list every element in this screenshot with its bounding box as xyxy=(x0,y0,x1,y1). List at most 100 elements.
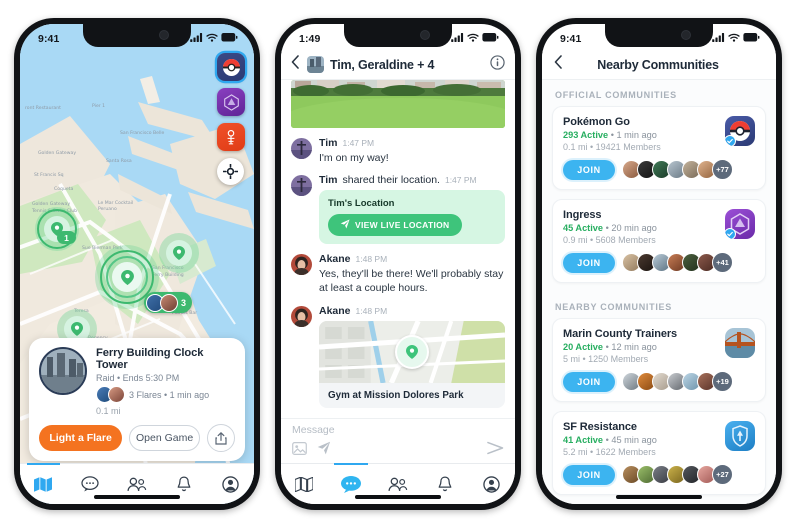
shield-icon xyxy=(725,421,755,451)
front-camera-icon xyxy=(681,30,691,40)
wizards-unite-game-button[interactable] xyxy=(217,123,245,151)
community-active-count: 45 Active xyxy=(563,223,604,233)
svg-text:Peruano: Peruano xyxy=(98,206,117,212)
member-overflow-count: +19 xyxy=(712,371,733,392)
community-meta: 5.2 mi • 1622 Members xyxy=(563,447,656,457)
member-avatars: +27 xyxy=(622,464,733,485)
battery-icon xyxy=(743,32,760,45)
map-preview-card[interactable]: Gym at Mission Dolores Park xyxy=(319,320,505,408)
group-avatar xyxy=(307,56,324,73)
section-label-official: OFFICIAL COMMUNITIES xyxy=(555,90,677,100)
community-card[interactable]: Marin County Trainers 20 Active • 12 min… xyxy=(552,318,766,402)
wifi-icon xyxy=(206,33,218,45)
message-sender: Akane xyxy=(319,253,351,266)
svg-text:Golden Gateway: Golden Gateway xyxy=(38,150,76,156)
community-card[interactable]: SF Resistance 41 Active • 45 min ago 5.2… xyxy=(552,411,766,495)
location-button-label: VIEW LIVE LOCATION xyxy=(355,220,450,231)
cellular-bars-icon xyxy=(712,32,725,45)
recenter-location-button[interactable] xyxy=(217,158,244,185)
pin-count-badge: 1 xyxy=(57,231,76,244)
join-button[interactable]: JOIN xyxy=(563,371,615,392)
communities-screen: Nearby Communities OFFICIAL COMMUNITIES … xyxy=(542,24,776,504)
chat-title: Tim, Geraldine + 4 xyxy=(330,57,435,72)
message-action: shared their location. xyxy=(342,174,440,187)
message-input[interactable]: Message xyxy=(292,424,504,436)
join-button[interactable]: JOIN xyxy=(563,159,615,180)
avatar[interactable] xyxy=(291,305,312,327)
map-pin-primary[interactable] xyxy=(95,245,159,309)
community-active-count: 20 Active xyxy=(563,342,604,352)
community-active-count: 41 Active xyxy=(563,435,604,445)
avatar[interactable] xyxy=(291,254,312,276)
home-indicator xyxy=(94,495,180,499)
battery-icon xyxy=(221,32,238,45)
tab-map[interactable] xyxy=(281,464,328,504)
home-indicator xyxy=(355,495,441,499)
chat-message-list[interactable]: Tim 1:47 PM I'm on my way! Tim shared th… xyxy=(281,80,515,442)
chat-message-location: Tim shared their location. 1:47 PM Tim's… xyxy=(281,174,515,245)
flare-count: 3 Flares • 1 min ago xyxy=(129,389,210,400)
community-card[interactable]: Ingress 45 Active • 20 min ago 0.9 mi • … xyxy=(552,199,766,283)
join-button[interactable]: JOIN xyxy=(563,252,615,273)
avatar[interactable] xyxy=(291,175,312,197)
tab-profile[interactable] xyxy=(207,464,254,504)
share-icon[interactable] xyxy=(207,424,235,452)
place-subtitle: Raid • Ends 5:30 PM xyxy=(96,373,180,383)
message-time: 1:47 PM xyxy=(342,138,375,148)
map-pin[interactable]: 1 xyxy=(35,207,79,251)
light-a-flare-button[interactable]: Light a Flare xyxy=(39,425,123,451)
join-button[interactable]: JOIN xyxy=(563,464,615,485)
front-camera-icon xyxy=(420,30,430,40)
message-time: 1:47 PM xyxy=(444,175,477,186)
chat-message-map: Akane 1:48 PM Gym at Mission Dolores Par… xyxy=(281,305,515,408)
phone-notch xyxy=(605,24,713,47)
phone-communities: Nearby Communities OFFICIAL COMMUNITIES … xyxy=(536,18,782,510)
game-selector-buttons xyxy=(217,53,245,185)
message-time: 1:48 PM xyxy=(355,305,388,316)
svg-text:Coqueta: Coqueta xyxy=(54,186,73,192)
communities-header: Nearby Communities xyxy=(542,50,776,80)
member-avatars: +77 xyxy=(622,159,733,180)
map-user-cluster[interactable]: 3 xyxy=(144,292,193,313)
status-time: 9:41 xyxy=(38,32,60,45)
chat-screen: Tim, Geraldine + 4 Tim 1:47 PM I'm on my… xyxy=(281,24,515,504)
chat-message: Tim 1:47 PM I'm on my way! xyxy=(281,137,515,165)
place-distance: 0.1 mi xyxy=(96,406,121,416)
tab-profile[interactable] xyxy=(468,464,515,504)
tab-map[interactable] xyxy=(20,463,67,504)
open-game-button[interactable]: Open Game xyxy=(129,425,200,451)
community-active-count: 293 Active xyxy=(563,130,609,140)
info-circle-icon[interactable] xyxy=(490,54,505,75)
map-pin xyxy=(395,334,429,369)
member-overflow-count: +27 xyxy=(712,464,733,485)
image-icon[interactable] xyxy=(292,441,307,460)
map-card-caption: Gym at Mission Dolores Park xyxy=(328,389,464,401)
svg-text:Pier 1: Pier 1 xyxy=(92,103,105,109)
chevron-left-icon[interactable] xyxy=(291,55,301,74)
pokemon-go-game-button[interactable] xyxy=(217,53,245,81)
svg-text:San Francisco Belle: San Francisco Belle xyxy=(120,130,165,136)
communities-list[interactable]: OFFICIAL COMMUNITIES Pokémon Go 293 Acti… xyxy=(542,80,776,504)
front-camera-icon xyxy=(159,30,169,40)
community-last-active: • 20 min ago xyxy=(605,223,657,233)
ingress-icon xyxy=(725,209,755,239)
community-meta: 5 mi • 1250 Members xyxy=(563,354,649,364)
svg-text:Golden Gateway: Golden Gateway xyxy=(32,201,70,207)
avatar[interactable] xyxy=(291,138,312,159)
ingress-game-button[interactable] xyxy=(217,88,245,116)
map-pin[interactable] xyxy=(159,233,199,273)
message-sender: Tim xyxy=(319,174,338,187)
cluster-count: 3 xyxy=(181,297,187,308)
place-thumbnail xyxy=(39,347,87,395)
flare-avatars xyxy=(96,386,125,403)
view-live-location-button[interactable]: VIEW LIVE LOCATION xyxy=(328,214,462,237)
battery-icon xyxy=(482,32,499,45)
member-avatars: +41 xyxy=(622,252,733,273)
svg-text:St Francis Sq: St Francis Sq xyxy=(34,172,64,178)
community-card[interactable]: Pokémon Go 293 Active • 1 min ago 0.1 mi… xyxy=(552,106,766,190)
svg-text:Le Mar Cocktail: Le Mar Cocktail xyxy=(98,200,133,206)
send-arrow-icon[interactable] xyxy=(487,441,504,460)
home-indicator xyxy=(616,495,702,499)
photo-message[interactable] xyxy=(291,80,505,128)
paper-plane-icon[interactable] xyxy=(317,441,331,460)
